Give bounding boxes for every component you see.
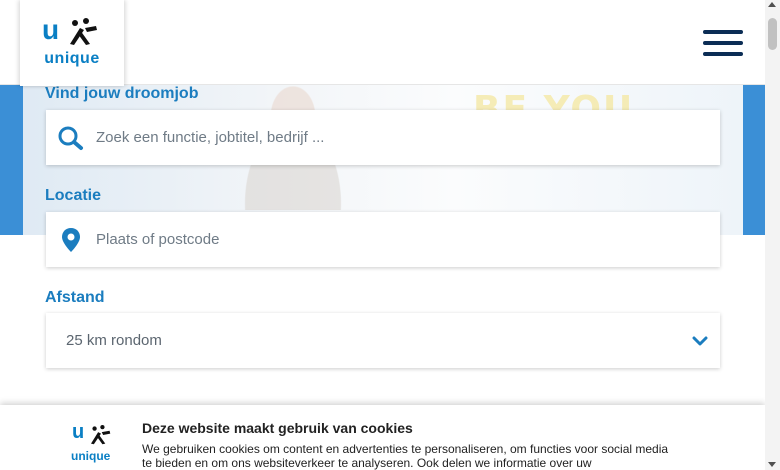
logo-figures-icon: [70, 18, 97, 45]
search-input[interactable]: [96, 129, 720, 146]
cookie-logo: u unique: [68, 421, 122, 467]
location-field[interactable]: [46, 212, 720, 267]
location-input[interactable]: [96, 231, 720, 248]
distance-label: Afstand: [45, 289, 105, 306]
distance-selected-value: 25 km rondom: [66, 332, 162, 349]
hamburger-menu-icon[interactable]: [703, 30, 743, 56]
cookie-title: Deze website maakt gebruik van cookies: [142, 420, 413, 436]
chevron-down-icon: [680, 336, 720, 346]
page-scrollbar[interactable]: [765, 0, 780, 470]
logo-wordmark: unique: [44, 50, 100, 67]
logo-mark: u: [40, 14, 104, 46]
search-label: Vind jouw droomjob: [45, 85, 199, 102]
logo-u-letter: u: [42, 14, 60, 45]
distance-select[interactable]: 25 km rondom: [46, 313, 720, 368]
logo[interactable]: u unique: [20, 0, 124, 86]
scroll-down-icon[interactable]: [768, 462, 776, 467]
cookie-logo-u: u: [72, 421, 85, 443]
location-label: Locatie: [45, 187, 102, 204]
map-pin-icon: [46, 227, 96, 253]
scroll-thumb[interactable]: [768, 18, 777, 50]
scroll-up-icon[interactable]: [768, 2, 776, 7]
cookie-body-text: We gebruiken cookies om content en adver…: [142, 442, 669, 470]
cookie-banner: u unique Deze website maakt gebruik van …: [0, 405, 765, 470]
cookie-logo-figures-icon: [91, 425, 111, 445]
search-field[interactable]: [46, 110, 720, 165]
site-header: u unique: [0, 0, 765, 86]
cookie-logo-wordmark: unique: [71, 449, 111, 463]
search-icon: [46, 125, 96, 151]
